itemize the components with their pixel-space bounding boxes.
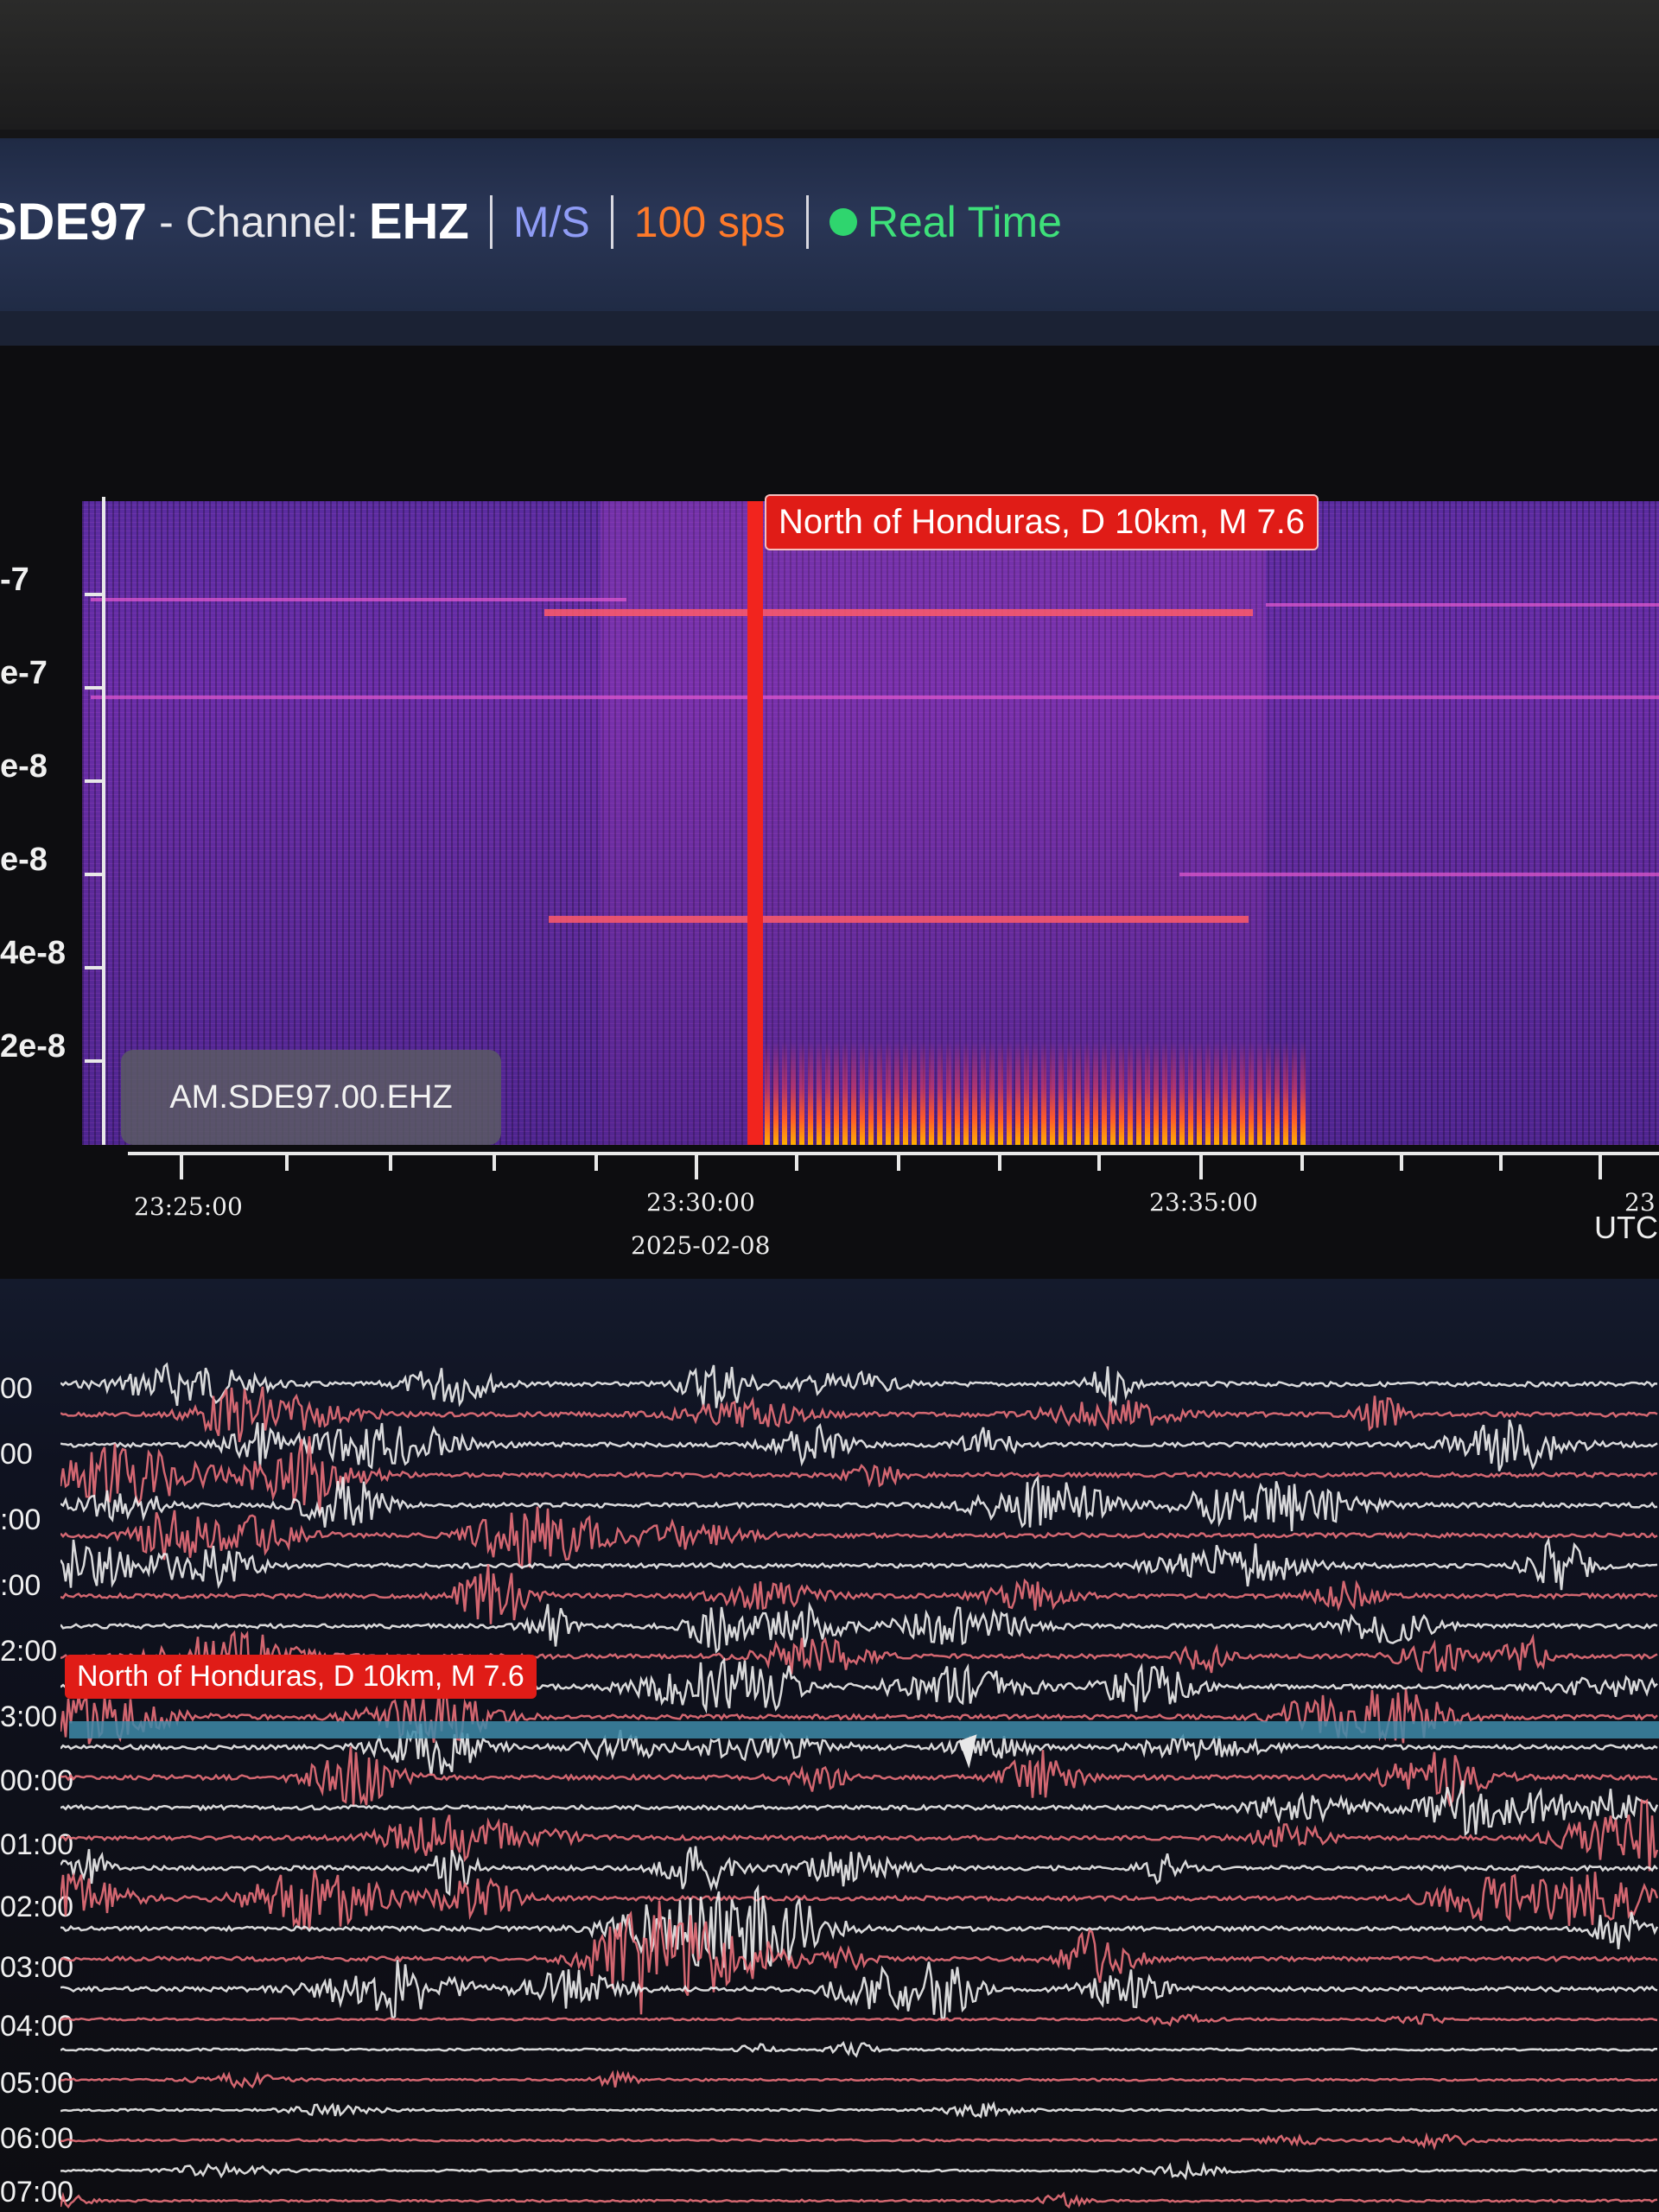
event-marker-line[interactable] <box>747 501 763 1145</box>
seismic-trace <box>60 2101 1658 2119</box>
y-tick-label: e-8 <box>0 842 48 878</box>
spectrogram-tone-line <box>1266 603 1659 607</box>
x-tick <box>1097 1155 1101 1171</box>
x-tick <box>897 1155 900 1171</box>
spectrogram-tone-line <box>549 916 1249 923</box>
y-tick-label: 4e-8 <box>0 935 67 971</box>
y-tick <box>85 686 102 690</box>
earthquake-energy <box>756 1041 1309 1145</box>
x-tick <box>180 1155 183 1179</box>
x-tick <box>285 1155 289 1171</box>
realtime-status[interactable]: Real Time <box>829 197 1062 247</box>
divider <box>489 194 493 249</box>
sample-rate-label: 100 sps <box>633 197 785 246</box>
seismic-trace <box>60 1564 1658 1624</box>
row-time-label: 2:00 <box>0 1635 58 1668</box>
spectrogram-panel: North of Honduras, D 10km, M 7.6 -7 e-7 … <box>0 346 1659 1279</box>
x-tick <box>795 1155 798 1171</box>
seismic-trace <box>60 1960 1658 2022</box>
spectrogram-y-axis <box>102 497 105 1145</box>
realtime-status-label: Real Time <box>867 197 1062 246</box>
x-tick <box>1300 1155 1304 1171</box>
divider <box>805 194 809 249</box>
spectrogram-x-axis <box>128 1152 1659 1155</box>
seismic-trace <box>60 1846 1658 1897</box>
y-tick-label: e-8 <box>0 748 48 785</box>
x-tick <box>594 1155 598 1171</box>
timezone-label: UTC <box>1594 1210 1658 1245</box>
seismic-trace <box>60 1780 1659 1837</box>
x-tick-label: 23:35:00 <box>1149 1188 1258 1217</box>
channel-label: - Channel: <box>159 197 359 246</box>
helicorder-traces <box>60 1362 1659 2209</box>
y-tick <box>85 593 102 596</box>
y-tick-label: e-7 <box>0 655 48 691</box>
x-tick <box>998 1155 1001 1171</box>
row-time-label: :00 <box>0 1503 41 1536</box>
spectrogram-plot[interactable]: North of Honduras, D 10km, M 7.6 <box>82 494 1659 1145</box>
seismic-trace <box>60 2191 1658 2209</box>
seismic-trace <box>60 1746 1658 1808</box>
station-id-badge: AM.SDE97.00.EHZ <box>121 1050 501 1145</box>
monitor-bezel <box>0 0 1659 130</box>
seismic-trace <box>60 2012 1658 2027</box>
event-marker-label[interactable]: North of Honduras, D 10km, M 7.6 <box>765 494 1319 550</box>
seismic-trace <box>60 1506 1658 1570</box>
row-time-label: 00 <box>0 1372 33 1405</box>
y-tick-label: 2e-8 <box>0 1028 67 1065</box>
spectrogram-tone-line <box>91 696 1659 699</box>
row-time-label: 3:00 <box>0 1700 58 1733</box>
x-tick-label: 23:25:00 <box>134 1192 243 1221</box>
seismic-trace <box>60 1362 1658 1408</box>
x-tick <box>493 1155 496 1171</box>
y-tick <box>85 873 102 876</box>
seismic-trace <box>60 2040 1658 2058</box>
x-tick <box>389 1155 392 1171</box>
seismic-trace <box>60 2069 1658 2089</box>
header-subbar <box>0 311 1659 346</box>
row-time-label: :00 <box>0 1569 41 1602</box>
event-marker-label[interactable]: North of Honduras, D 10km, M 7.6 <box>65 1655 537 1699</box>
current-trace-highlight <box>69 1721 1659 1738</box>
units-label[interactable]: M/S <box>513 197 590 247</box>
divider <box>610 194 613 249</box>
x-tick <box>1199 1155 1203 1179</box>
live-dot-icon <box>829 207 857 236</box>
x-tick <box>1599 1155 1602 1179</box>
seismic-trace <box>60 1474 1658 1532</box>
y-tick-label: -7 <box>0 562 29 598</box>
x-tick <box>1499 1155 1503 1171</box>
helicorder-panel[interactable]: 00 00 :00 :00 2:00 3:00 00:00 01:00 02:0… <box>0 1279 1659 2212</box>
y-tick <box>85 779 102 783</box>
date-label: 2025-02-08 <box>631 1231 771 1260</box>
x-tick-label: 23:30:00 <box>646 1188 755 1217</box>
seismic-trace <box>60 1386 1658 1443</box>
spectrogram-tone-line <box>1179 873 1659 876</box>
y-tick <box>85 1059 102 1063</box>
y-tick <box>85 966 102 969</box>
x-tick <box>695 1155 698 1179</box>
seismic-trace <box>60 1869 1659 1929</box>
spectrogram-tone-line <box>91 598 626 601</box>
station-code: SDE97 <box>0 193 148 251</box>
seismic-trace <box>60 1601 1658 1655</box>
spectrogram-tone-line <box>544 609 1253 616</box>
station-info: SDE97 - Channel: EHZ M/S 100 sps Real Ti… <box>0 192 1062 251</box>
row-time-label: 00 <box>0 1438 33 1471</box>
channel-code: EHZ <box>368 194 469 250</box>
seismic-trace <box>60 2159 1658 2181</box>
x-tick <box>1400 1155 1403 1171</box>
station-header: SDE97 - Channel: EHZ M/S 100 sps Real Ti… <box>0 138 1659 311</box>
seismic-trace <box>60 1536 1658 1591</box>
seismic-trace <box>60 2132 1658 2151</box>
